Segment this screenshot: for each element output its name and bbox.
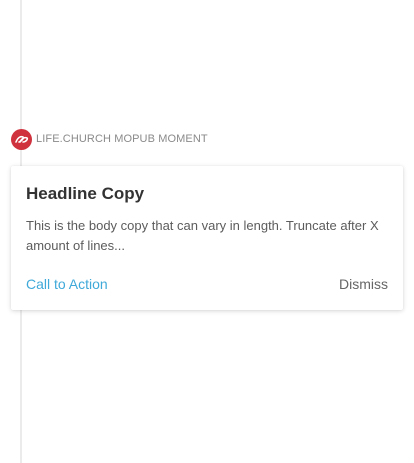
moment-card: Headline Copy This is the body copy that… (11, 166, 403, 310)
lifechurch-logo-icon (11, 128, 32, 150)
dismiss-button[interactable]: Dismiss (339, 276, 388, 292)
card-headline: Headline Copy (26, 184, 145, 203)
moment-header: LIFE.CHURCH MOPUB MOMENT (11, 128, 208, 150)
card-body: This is the body copy that can vary in l… (26, 218, 379, 253)
moment-eyebrow: LIFE.CHURCH MOPUB MOMENT (36, 133, 208, 145)
call-to-action-button[interactable]: Call to Action (26, 276, 108, 292)
